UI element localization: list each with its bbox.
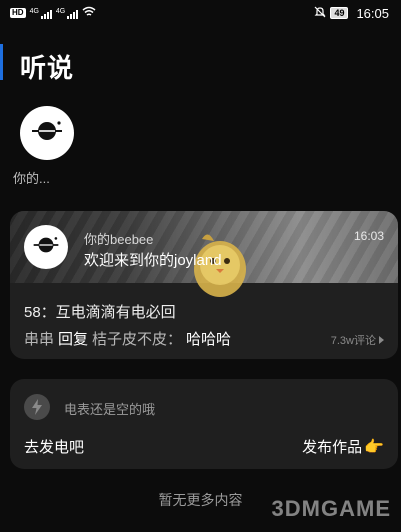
publish-label: 发布作品 [302,439,363,456]
reply-action: 回复 [58,331,89,348]
watermark: 3DMGAME [271,496,391,521]
electricity-status: 电表还是空的哦 [64,402,156,417]
avatar[interactable] [20,106,74,160]
status-right: 49 16:05 [314,6,389,21]
status-bar: HD 4G 4G 49 16:05 [0,0,401,26]
hand-point-icon: 👉 [364,438,384,456]
sender-avatar[interactable] [24,225,68,269]
message-sender: 你的beebee [84,232,154,247]
reply-user[interactable]: 串串 [24,328,54,349]
title-accent-bar [0,44,3,80]
comments-link[interactable]: 7.3w评论 [331,332,384,348]
status-left: HD 4G 4G [10,6,96,20]
comments-count: 7.3w评论 [330,335,376,347]
page-title: 听说 [20,53,75,83]
go-charge-button[interactable]: 去发电吧 [24,436,84,457]
reply-text: 哈哈哈 [186,331,232,348]
status-time: 16:05 [356,5,389,21]
logo-icon [30,119,64,148]
avatar-name: 你的... [13,171,50,186]
reply-line[interactable]: 串串 回复 桔子皮不皮： 哈哈哈 [24,328,231,349]
reply-target-user[interactable]: 桔子皮不皮： [92,328,182,349]
chevron-right-icon [379,336,384,344]
electricity-card: 电表还是空的哦 去发电吧 发布作品 👉 [10,379,398,469]
message-text: 欢迎来到你的joyland [84,252,222,269]
signal-icon: 4G [56,8,79,19]
message-card[interactable]: 你的beebee 欢迎来到你的joyland 16:03 58：互电滴滴有电必回… [10,211,398,359]
bolt-icon [24,394,50,420]
post-title[interactable]: 58：互电滴滴有电必回 [24,301,176,322]
wifi-icon [82,6,96,20]
mute-icon [314,6,326,21]
hd-badge: HD [10,8,26,18]
publish-button[interactable]: 发布作品 👉 [302,436,384,457]
message-time: 16:03 [353,229,384,243]
battery-indicator: 49 [330,7,349,19]
signal-icon: 4G [30,8,52,19]
logo-icon [32,235,60,260]
